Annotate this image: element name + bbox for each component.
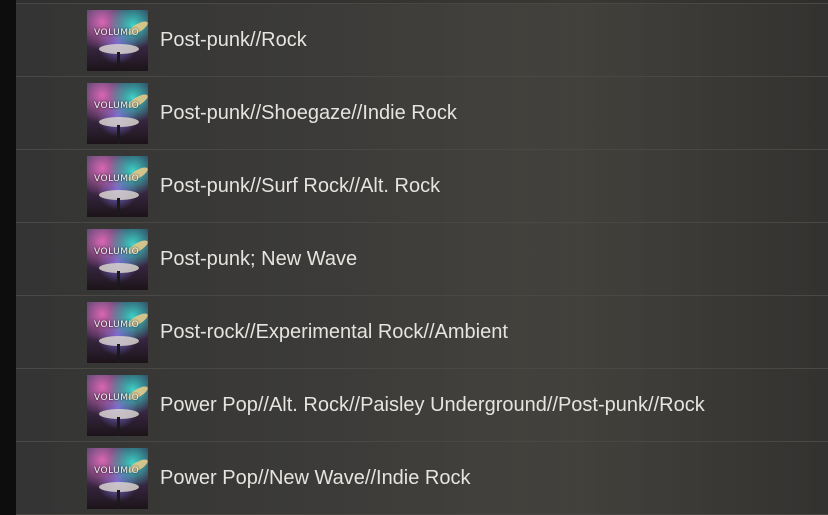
album-art-thumbnail: VOLUMIO xyxy=(87,375,148,436)
volumio-logo: VOLUMIO xyxy=(94,101,140,111)
genre-label: Post-rock//Experimental Rock//Ambient xyxy=(160,321,508,343)
album-art-thumbnail: VOLUMIO xyxy=(87,302,148,363)
volumio-logo: VOLUMIO xyxy=(94,174,140,184)
stand-shape xyxy=(117,125,120,144)
album-art-thumbnail: VOLUMIO xyxy=(87,10,148,71)
album-art-thumbnail: VOLUMIO xyxy=(87,229,148,290)
genre-label: Power Pop//New Wave//Indie Rock xyxy=(160,467,471,489)
stand-shape xyxy=(117,198,120,217)
genre-row[interactable]: VOLUMIO Power Pop//Alt. Rock//Paisley Un… xyxy=(16,368,828,441)
genre-label: Post-punk//Rock xyxy=(160,29,307,51)
volumio-logo: VOLUMIO xyxy=(94,466,140,476)
genre-row[interactable]: VOLUMIO Power Pop//New Wave//Indie Rock xyxy=(16,441,828,515)
genre-label: Post-punk; New Wave xyxy=(160,248,358,270)
album-art-thumbnail: VOLUMIO xyxy=(87,448,148,509)
stand-shape xyxy=(117,52,120,71)
stand-shape xyxy=(117,271,120,290)
album-art-thumbnail: VOLUMIO xyxy=(87,156,148,217)
stand-shape xyxy=(117,417,120,436)
genre-list-page: VOLUMIO Post-punk//Rock VOLUMIO Post-pun… xyxy=(0,0,828,515)
genre-row[interactable]: VOLUMIO Post-punk//Surf Rock//Alt. Rock xyxy=(16,149,828,222)
genre-label: Post-punk//Surf Rock//Alt. Rock xyxy=(160,175,441,197)
genre-label: Post-punk//Shoegaze//Indie Rock xyxy=(160,102,457,124)
genre-label: Power Pop//Alt. Rock//Paisley Undergroun… xyxy=(160,394,705,416)
genre-row[interactable]: VOLUMIO Post-punk//Rock xyxy=(16,3,828,76)
genre-list: VOLUMIO Post-punk//Rock VOLUMIO Post-pun… xyxy=(16,3,828,515)
stand-shape xyxy=(117,490,120,509)
stand-shape xyxy=(117,344,120,363)
genre-row[interactable]: VOLUMIO Post-punk; New Wave xyxy=(16,222,828,295)
genre-row[interactable]: VOLUMIO Post-rock//Experimental Rock//Am… xyxy=(16,295,828,368)
volumio-logo: VOLUMIO xyxy=(94,28,140,38)
volumio-logo: VOLUMIO xyxy=(94,247,140,257)
album-art-thumbnail: VOLUMIO xyxy=(87,83,148,144)
volumio-logo: VOLUMIO xyxy=(94,320,140,330)
genre-row[interactable]: VOLUMIO Post-punk//Shoegaze//Indie Rock xyxy=(16,76,828,149)
left-panel-edge xyxy=(0,0,16,515)
volumio-logo: VOLUMIO xyxy=(94,393,140,403)
